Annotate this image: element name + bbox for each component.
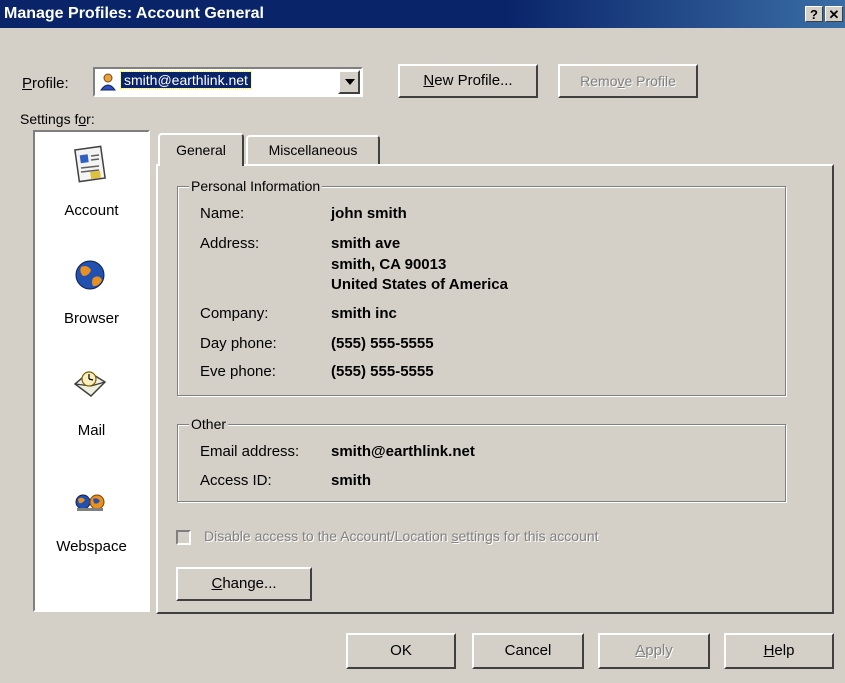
mail-clock-icon <box>69 362 111 404</box>
new-profile-button[interactable]: New Profile... <box>398 64 538 98</box>
sidebar-item-mail[interactable]: Mail <box>35 360 148 452</box>
manage-profiles-dialog: Manage Profiles: Account General ? ✕ Pro… <box>0 0 845 683</box>
sidebar-label-mail: Mail <box>77 422 106 439</box>
close-title-button[interactable]: ✕ <box>825 6 843 22</box>
eve-phone-value: (555) 555-5555 <box>331 363 434 380</box>
remove-profile-button[interactable]: Remove Profile <box>558 64 698 98</box>
tab-general[interactable]: General <box>158 133 244 166</box>
eve-phone-label: Eve phone: <box>200 363 276 380</box>
profile-user-icon <box>99 73 117 91</box>
address-line-3: United States of America <box>331 276 508 293</box>
profile-selected-value: smith@earthlink.net <box>120 71 252 89</box>
globe-icon <box>69 254 111 296</box>
address-label: Address: <box>200 235 260 252</box>
personal-information-legend: Personal Information <box>189 178 323 194</box>
ok-button[interactable]: OK <box>346 633 456 669</box>
email-address-value: smith@earthlink.net <box>331 443 475 460</box>
access-id-label: Access ID: <box>200 472 272 489</box>
help-button[interactable]: Help <box>724 633 834 669</box>
name-label: Name: <box>200 205 245 222</box>
access-id-value: smith <box>331 472 372 489</box>
sidebar-item-browser[interactable]: Browser <box>35 250 148 342</box>
sidebar-label-account: Account <box>64 202 119 219</box>
help-title-button[interactable]: ? <box>805 6 823 22</box>
settings-sidebar: Account Browser Mail Webspace <box>33 130 150 612</box>
other-group <box>177 424 786 502</box>
sidebar-label-webspace: Webspace <box>56 538 127 555</box>
settings-for-label: Settings for: <box>20 111 95 127</box>
change-button[interactable]: Change... <box>176 567 312 601</box>
company-label: Company: <box>200 305 269 322</box>
account-card-icon <box>69 144 111 186</box>
other-legend: Other <box>189 416 229 432</box>
day-phone-label: Day phone: <box>200 335 277 352</box>
sidebar-item-webspace[interactable]: Webspace <box>35 474 148 566</box>
profile-dropdown-button[interactable] <box>338 70 360 94</box>
window-title: Manage Profiles: Account General <box>4 5 264 22</box>
webspace-icon <box>69 484 111 526</box>
sidebar-label-browser: Browser <box>63 310 119 327</box>
tab-miscellaneous[interactable]: Miscellaneous <box>246 135 380 164</box>
profile-label: Profile: <box>22 75 69 92</box>
name-value: john smith <box>331 205 407 222</box>
address-line-1: smith ave <box>331 235 401 252</box>
address-line-2: smith, CA 90013 <box>331 256 447 273</box>
title-bar[interactable]: Manage Profiles: Account General ? ✕ <box>0 0 845 28</box>
company-value: smith inc <box>331 305 397 322</box>
disable-access-label: Disable access to the Account/Location s… <box>204 528 599 544</box>
sidebar-item-account[interactable]: Account <box>35 140 148 232</box>
email-address-label: Email address: <box>200 443 300 460</box>
cancel-button[interactable]: Cancel <box>472 633 584 669</box>
day-phone-value: (555) 555-5555 <box>331 335 434 352</box>
apply-button[interactable]: Apply <box>598 633 710 669</box>
disable-access-checkbox-row[interactable]: Disable access to the Account/Location s… <box>176 528 696 548</box>
chevron-down-icon <box>345 79 355 85</box>
profile-select[interactable]: smith@earthlink.net <box>93 67 363 97</box>
disable-access-checkbox[interactable] <box>176 530 191 545</box>
